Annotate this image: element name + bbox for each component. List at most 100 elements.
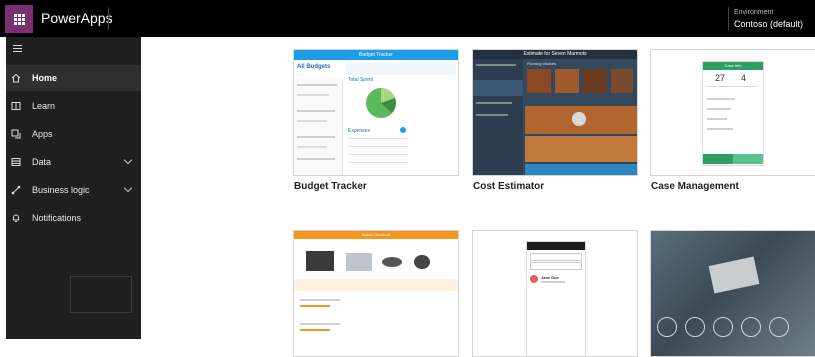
thumb-contact-name: Jane Doe xyxy=(541,275,559,280)
thumb-line xyxy=(541,281,565,283)
sidebar-item-notifications[interactable]: Notifications xyxy=(6,205,141,231)
template-label[interactable]: Cost Estimator xyxy=(473,181,544,192)
template-card-budget-tracker[interactable]: Budget Tracker All Budgets Total Spent E… xyxy=(293,49,459,176)
apps-icon xyxy=(11,129,21,139)
home-icon xyxy=(11,73,21,83)
app-launcher-button[interactable] xyxy=(5,5,33,33)
thumb-line xyxy=(297,136,335,138)
sidebar-item-data[interactable]: Data xyxy=(6,149,141,175)
thumb-row-line xyxy=(348,162,408,163)
sidebar-item-apps[interactable]: Apps xyxy=(6,121,141,147)
sidebar-item-label: Home xyxy=(32,73,58,83)
circle-icon xyxy=(713,317,733,337)
sidebar-item-label: Learn xyxy=(32,101,56,111)
environment-label: Environment xyxy=(734,9,774,16)
thumb-filter xyxy=(530,262,582,270)
template-label[interactable]: Case Management xyxy=(651,181,739,192)
waffle-icon xyxy=(13,13,25,25)
chevron-down-icon[interactable] xyxy=(123,183,133,193)
sidebar-placeholder-box xyxy=(70,276,132,313)
thumb-search xyxy=(530,253,582,261)
thumb-line xyxy=(297,120,327,122)
thumb-line xyxy=(297,94,329,96)
sidebar-item-business-logic[interactable]: Business logic xyxy=(6,177,141,203)
template-card-cost-estimator[interactable]: Estimate for Seven Marmots Flooring choi… xyxy=(472,49,638,176)
check-icon xyxy=(572,112,586,126)
sidebar-item-label: Apps xyxy=(32,129,53,139)
template-card-case-management[interactable]: Case Info 27 4 xyxy=(650,49,815,176)
thumb-line xyxy=(476,64,516,66)
thumb-count-b: 4 xyxy=(741,73,747,83)
thumb-line xyxy=(707,128,733,130)
thumb-line xyxy=(300,305,330,307)
flow-icon xyxy=(11,185,21,195)
sidebar-item-label: Data xyxy=(32,157,52,167)
template-card-contacts[interactable]: Jane Doe xyxy=(472,230,638,357)
thumb-swatch xyxy=(611,69,633,93)
book-icon xyxy=(11,101,21,111)
add-icon xyxy=(400,127,406,133)
thumb-laptop xyxy=(306,251,334,271)
app-title: PowerApps xyxy=(41,10,113,26)
sidebar: Home Learn Apps Data Business logic Noti… xyxy=(6,37,141,339)
circle-icon xyxy=(769,317,789,337)
thumb-all-budgets: All Budgets xyxy=(297,64,331,70)
thumb-row-line xyxy=(348,146,408,147)
thumb-swatch xyxy=(527,69,551,93)
hamburger-menu-icon[interactable] xyxy=(13,45,22,54)
thumb-title: Estimate for Seven Marmots xyxy=(473,50,637,59)
thumb-tab-right xyxy=(733,154,763,164)
thumb-title: Case Info xyxy=(703,62,763,70)
thumb-divider xyxy=(706,86,758,87)
thumb-line xyxy=(707,108,731,110)
thumb-line xyxy=(297,146,327,148)
thumb-line xyxy=(300,323,340,325)
thumb-line xyxy=(300,329,330,331)
thumb-line xyxy=(297,158,335,160)
title-divider xyxy=(108,7,109,30)
thumb-wood-panel xyxy=(525,136,637,162)
table-icon xyxy=(11,157,21,167)
thumb-phone-frame xyxy=(702,61,764,166)
avatar xyxy=(530,275,538,283)
sidebar-item-label: Business logic xyxy=(32,185,90,195)
thumb-photo xyxy=(651,231,815,356)
pie-chart-thumb xyxy=(366,88,396,118)
sidebar-item-label: Notifications xyxy=(32,213,82,223)
thumb-swatch xyxy=(555,69,579,93)
thumb-flooring-label: Flooring choices xyxy=(527,61,557,66)
top-bar: PowerApps Environment Contoso (default) xyxy=(0,0,815,37)
template-label[interactable]: Budget Tracker xyxy=(294,181,367,192)
thumb-summary-strip xyxy=(346,63,456,75)
thumb-mouse xyxy=(414,255,430,269)
thumb-total-spent: Total Spent xyxy=(348,77,374,83)
thumb-header xyxy=(527,242,585,250)
thumb-row-line xyxy=(348,154,408,155)
thumb-left-pane xyxy=(473,59,523,175)
thumb-tab-left xyxy=(703,154,733,164)
thumb-bottom-bar xyxy=(525,164,637,175)
thumb-expenses: Expenses xyxy=(348,128,370,134)
sidebar-item-home[interactable]: Home xyxy=(6,65,141,91)
circle-icon xyxy=(685,317,705,337)
thumb-line xyxy=(297,84,337,86)
circle-icon xyxy=(741,317,761,337)
template-card-asset-checkout[interactable]: Asset Checkout xyxy=(293,230,459,357)
thumb-line xyxy=(297,110,335,112)
thumb-selected-row xyxy=(473,80,523,96)
template-card-photo[interactable] xyxy=(650,230,815,357)
thumb-title: Budget Tracker xyxy=(359,52,393,58)
thumb-laptop xyxy=(346,253,372,271)
thumb-line xyxy=(300,299,340,301)
thumb-category-bar xyxy=(294,279,458,291)
sidebar-item-learn[interactable]: Learn xyxy=(6,93,141,119)
thumb-title: Asset Checkout xyxy=(294,231,458,239)
thumb-count-a: 27 xyxy=(715,73,726,83)
bell-icon xyxy=(11,213,21,223)
thumb-row-line xyxy=(348,138,408,139)
thumb-line xyxy=(707,98,735,100)
thumb-line xyxy=(476,102,512,104)
chevron-down-icon[interactable] xyxy=(123,155,133,165)
thumb-line xyxy=(707,118,727,120)
environment-picker[interactable]: Contoso (default) xyxy=(734,19,803,29)
